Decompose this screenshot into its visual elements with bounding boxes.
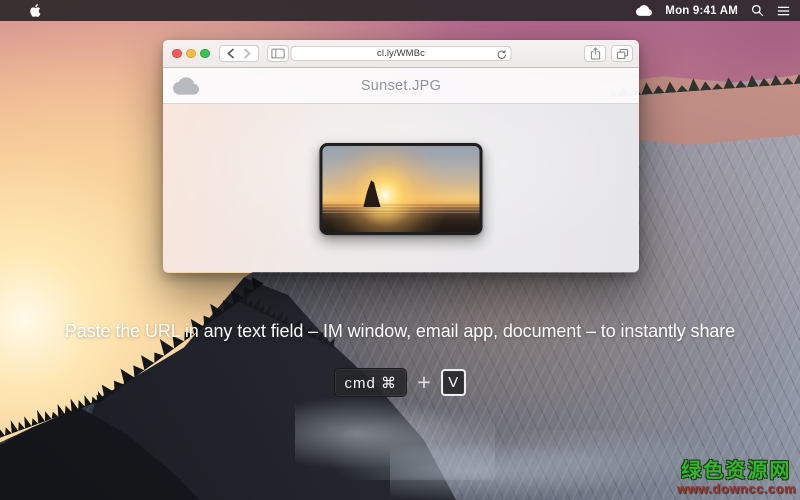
- apple-icon: [28, 3, 41, 18]
- reload-icon: [497, 49, 506, 59]
- menu-bar-clock[interactable]: Mon 9:41 AM: [665, 5, 738, 17]
- window-controls: [172, 48, 210, 59]
- cloudapp-page-body: [163, 104, 639, 272]
- plus-sign: +: [417, 369, 431, 395]
- show-all-tabs-button[interactable]: [611, 45, 633, 62]
- forward-button[interactable]: [239, 46, 255, 61]
- notification-center-icon[interactable]: [777, 5, 790, 17]
- browser-toolbar: cl.ly/WMBc: [163, 40, 639, 68]
- desktop: Mon 9:41 AM cl.ly/WMBc Sunset.JPG Paste …: [0, 0, 800, 500]
- safari-window: cl.ly/WMBc Sunset.JPG: [163, 40, 639, 273]
- photo-sun: [322, 146, 480, 232]
- back-button[interactable]: [223, 46, 239, 61]
- spotlight-search-icon[interactable]: [751, 4, 764, 17]
- chevron-left-icon: [226, 48, 234, 59]
- nav-button-group: [218, 45, 259, 62]
- cloudapp-page-header: Sunset.JPG: [163, 68, 639, 104]
- zoom-button[interactable]: [200, 48, 210, 59]
- sunset-photo: [322, 146, 480, 232]
- wallpaper-snow-patch: [390, 430, 710, 500]
- share-button[interactable]: [584, 45, 606, 62]
- sidebar-button[interactable]: [266, 45, 289, 62]
- menu-bar-status-area: Mon 9:41 AM: [636, 0, 800, 21]
- page-title: Sunset.JPG: [360, 77, 442, 94]
- tabs-icon: [616, 48, 628, 59]
- cloudapp-logo[interactable]: [173, 77, 199, 95]
- onboarding-caption: Paste the URL in any text field – IM win…: [64, 321, 736, 341]
- sidebar-icon: [270, 48, 285, 59]
- cmd-key: cmd ⌘: [334, 368, 408, 397]
- url-text: cl.ly/WMBc: [377, 48, 425, 59]
- image-thumbnail[interactable]: [319, 143, 483, 235]
- close-button[interactable]: [172, 48, 182, 59]
- shortcut-keys: cmd ⌘ + V: [0, 368, 800, 397]
- watermark-url: www.downcc.com: [676, 480, 796, 496]
- chevron-right-icon: [243, 48, 251, 59]
- menu-bar: Mon 9:41 AM: [0, 0, 800, 21]
- minimize-button[interactable]: [186, 48, 196, 59]
- v-key: V: [440, 369, 466, 396]
- site-watermark: 绿色资源网 www.downcc.com: [677, 460, 796, 496]
- photo-sea: [322, 202, 480, 214]
- cloudapp-status-icon[interactable]: [636, 5, 653, 16]
- cloud-icon: [173, 77, 199, 95]
- apple-menu[interactable]: [22, 0, 47, 21]
- share-icon: [590, 47, 600, 60]
- reload-button[interactable]: [496, 49, 507, 60]
- toolbar-right-buttons: [584, 45, 633, 62]
- address-bar[interactable]: cl.ly/WMBc: [290, 46, 512, 61]
- watermark-title: 绿色资源网: [681, 459, 792, 482]
